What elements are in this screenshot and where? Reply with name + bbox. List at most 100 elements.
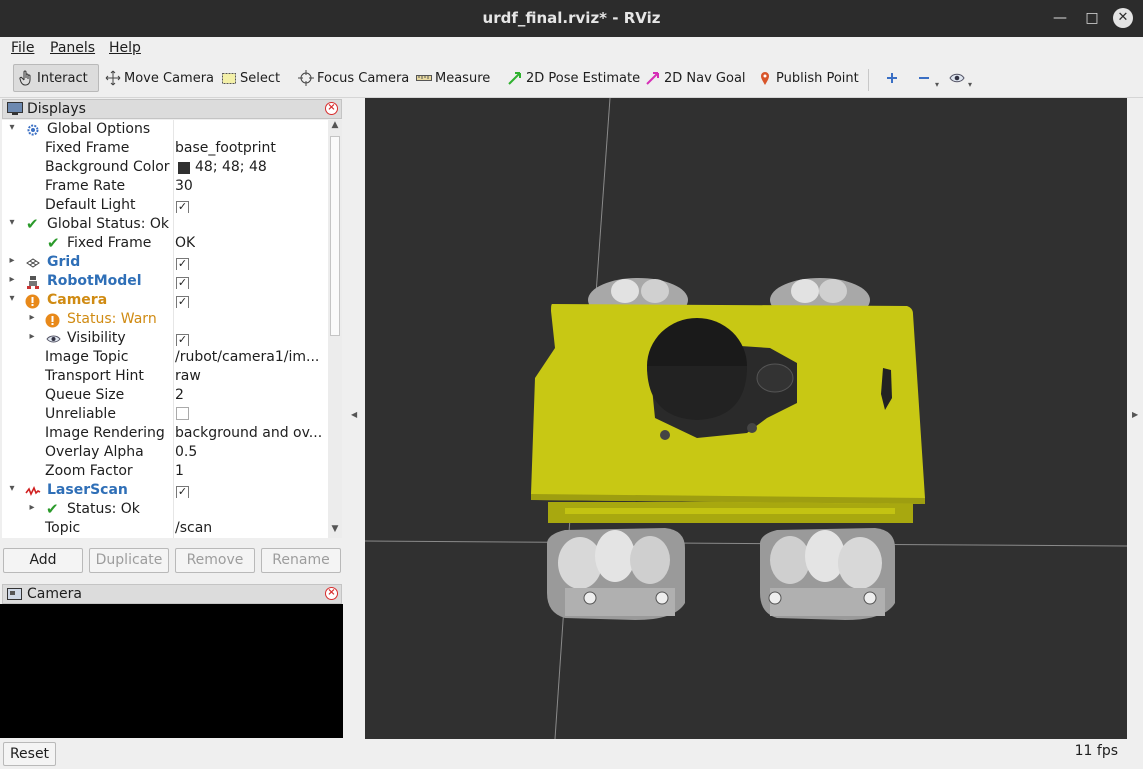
tree-row-background-color[interactable]: Background Color 48; 48; 48 bbox=[2, 159, 328, 178]
unreliable-checkbox[interactable] bbox=[176, 407, 189, 420]
right-splitter[interactable]: ▶ bbox=[1127, 98, 1143, 739]
pose-estimate-tool[interactable]: 2D Pose Estimate bbox=[503, 64, 644, 92]
tree-row-topic[interactable]: Topic /scan bbox=[2, 520, 328, 538]
visibility-checkbox[interactable]: ✓ bbox=[176, 334, 189, 346]
nav-goal-tool[interactable]: 2D Nav Goal bbox=[641, 64, 750, 92]
tree-row-zoom-factor[interactable]: Zoom Factor 1 bbox=[2, 463, 328, 482]
panel-splitter[interactable]: ◀ bbox=[343, 98, 365, 739]
pose-estimate-label: 2D Pose Estimate bbox=[526, 70, 641, 86]
select-tool[interactable]: Select bbox=[217, 64, 284, 92]
expand-arrow-icon[interactable]: ▸ bbox=[27, 331, 37, 342]
tree-row-name: RobotModel bbox=[47, 273, 142, 289]
tree-row-image-topic[interactable]: Image Topic /rubot/camera1/im... bbox=[2, 349, 328, 368]
tree-row-global-status[interactable]: ▾ ✔ Global Status: Ok bbox=[2, 215, 328, 235]
robotmodel-checkbox[interactable]: ✓ bbox=[176, 277, 189, 289]
magenta-arrow-icon bbox=[645, 70, 661, 86]
expand-arrow-icon[interactable]: ▸ bbox=[7, 274, 17, 285]
tree-row-grid[interactable]: ▸ Grid ✓ bbox=[2, 254, 328, 273]
expand-arrow-icon[interactable]: ▸ bbox=[27, 502, 37, 513]
gear-icon bbox=[26, 123, 40, 137]
image-topic-value[interactable]: /rubot/camera1/im... bbox=[175, 349, 319, 365]
map-pin-icon bbox=[757, 70, 773, 86]
fixed-frame-value[interactable]: base_footprint bbox=[175, 140, 276, 156]
minimize-icon[interactable]: — bbox=[1050, 8, 1070, 28]
expand-arrow-icon[interactable]: ▾ bbox=[7, 122, 17, 133]
measure-tool[interactable]: Measure bbox=[412, 64, 494, 92]
tree-row-status-fixed-frame[interactable]: ✔ Fixed Frame OK bbox=[2, 234, 328, 254]
camera-panel-header: Camera × bbox=[2, 584, 342, 604]
rename-button[interactable]: Rename bbox=[261, 548, 341, 573]
tree-row-robotmodel[interactable]: ▸ RobotModel ✓ bbox=[2, 273, 328, 292]
queue-size-value[interactable]: 2 bbox=[175, 387, 184, 403]
grid-checkbox[interactable]: ✓ bbox=[176, 258, 189, 270]
background-color-value[interactable]: 48; 48; 48 bbox=[195, 159, 267, 175]
tree-row-visibility[interactable]: ▸ Visibility ✓ bbox=[2, 330, 328, 349]
expand-arrow-icon[interactable]: ▸ bbox=[27, 312, 37, 323]
interact-tool[interactable]: Interact bbox=[13, 64, 99, 92]
tree-row-default-light[interactable]: Default Light ✓ bbox=[2, 197, 328, 216]
tree-row-queue-size[interactable]: Queue Size 2 bbox=[2, 387, 328, 406]
nav-goal-label: 2D Nav Goal bbox=[664, 70, 746, 86]
focus-camera-label: Focus Camera bbox=[317, 70, 410, 86]
publish-point-tool[interactable]: Publish Point bbox=[753, 64, 863, 92]
topic-value[interactable]: /scan bbox=[175, 520, 212, 536]
close-panel-icon[interactable]: × bbox=[325, 587, 338, 600]
window-title: urdf_final.rviz* - RViz bbox=[482, 9, 661, 27]
move-camera-tool[interactable]: Move Camera bbox=[101, 64, 218, 92]
add-tool-button[interactable] bbox=[880, 64, 907, 92]
tree-row-laserscan-status[interactable]: ▸ ✔ Status: Ok bbox=[2, 500, 328, 520]
color-swatch[interactable] bbox=[178, 162, 190, 174]
displays-scrollbar[interactable]: ▲ ▼ bbox=[328, 120, 342, 538]
tree-row-transport-hint[interactable]: Transport Hint raw bbox=[2, 368, 328, 387]
tree-row-camera[interactable]: ▾ Camera ✓ bbox=[2, 292, 328, 311]
frame-rate-value[interactable]: 30 bbox=[175, 178, 193, 194]
3d-viewport[interactable] bbox=[365, 98, 1127, 739]
tree-row-global-options[interactable]: ▾ Global Options bbox=[2, 121, 328, 140]
menu-file[interactable]: File bbox=[11, 40, 34, 56]
remove-tool-button[interactable]: ▾ bbox=[912, 64, 943, 92]
tree-row-overlay-alpha[interactable]: Overlay Alpha 0.5 bbox=[2, 444, 328, 463]
tree-row-laserscan[interactable]: ▾ LaserScan ✓ bbox=[2, 482, 328, 501]
camera-panel-title: Camera bbox=[27, 586, 82, 602]
publish-point-label: Publish Point bbox=[776, 70, 859, 86]
expand-arrow-icon[interactable]: ▸ bbox=[7, 255, 17, 266]
duplicate-button[interactable]: Duplicate bbox=[89, 548, 169, 573]
tree-row-name: Image Rendering bbox=[45, 425, 165, 441]
expand-arrow-icon[interactable]: ▾ bbox=[7, 293, 17, 304]
close-icon[interactable]: ✕ bbox=[1113, 8, 1133, 28]
remove-button[interactable]: Remove bbox=[175, 548, 255, 573]
transport-hint-value[interactable]: raw bbox=[175, 368, 201, 384]
tree-row-image-rendering[interactable]: Image Rendering background and ov... bbox=[2, 425, 328, 444]
collapse-left-icon[interactable]: ◀ bbox=[351, 410, 357, 419]
ruler-icon bbox=[416, 70, 432, 86]
view-tool-button[interactable]: ▾ bbox=[945, 64, 976, 92]
focus-camera-tool[interactable]: Focus Camera bbox=[294, 64, 413, 92]
warning-icon bbox=[45, 313, 60, 328]
zoom-factor-value[interactable]: 1 bbox=[175, 463, 184, 479]
overlay-alpha-value[interactable]: 0.5 bbox=[175, 444, 197, 460]
add-button[interactable]: Add bbox=[3, 548, 83, 573]
menu-help[interactable]: Help bbox=[109, 40, 141, 56]
camera-checkbox[interactable]: ✓ bbox=[176, 296, 189, 308]
tree-row-unreliable[interactable]: Unreliable bbox=[2, 406, 328, 425]
scrollbar-thumb[interactable] bbox=[330, 136, 340, 336]
tree-row-camera-status[interactable]: ▸ Status: Warn bbox=[2, 311, 328, 330]
collapse-right-icon[interactable]: ▶ bbox=[1132, 410, 1138, 419]
tree-row-frame-rate[interactable]: Frame Rate 30 bbox=[2, 178, 328, 197]
check-icon: ✔ bbox=[26, 215, 39, 233]
expand-arrow-icon[interactable]: ▾ bbox=[7, 217, 17, 228]
menu-bar: File Panels Help bbox=[0, 37, 1143, 61]
interact-label: Interact bbox=[37, 70, 88, 86]
close-panel-icon[interactable]: × bbox=[325, 102, 338, 115]
laserscan-checkbox[interactable]: ✓ bbox=[176, 486, 189, 498]
tree-row-fixed-frame[interactable]: Fixed Frame base_footprint bbox=[2, 140, 328, 159]
scroll-up-icon[interactable]: ▲ bbox=[328, 120, 342, 134]
reset-button[interactable]: Reset bbox=[3, 742, 56, 766]
scroll-down-icon[interactable]: ▼ bbox=[328, 524, 342, 538]
image-rendering-value[interactable]: background and ov... bbox=[175, 425, 322, 441]
menu-panels[interactable]: Panels bbox=[50, 40, 95, 56]
green-arrow-icon bbox=[507, 70, 523, 86]
default-light-checkbox[interactable]: ✓ bbox=[176, 201, 189, 213]
expand-arrow-icon[interactable]: ▾ bbox=[7, 483, 17, 494]
maximize-icon[interactable]: □ bbox=[1082, 8, 1102, 28]
